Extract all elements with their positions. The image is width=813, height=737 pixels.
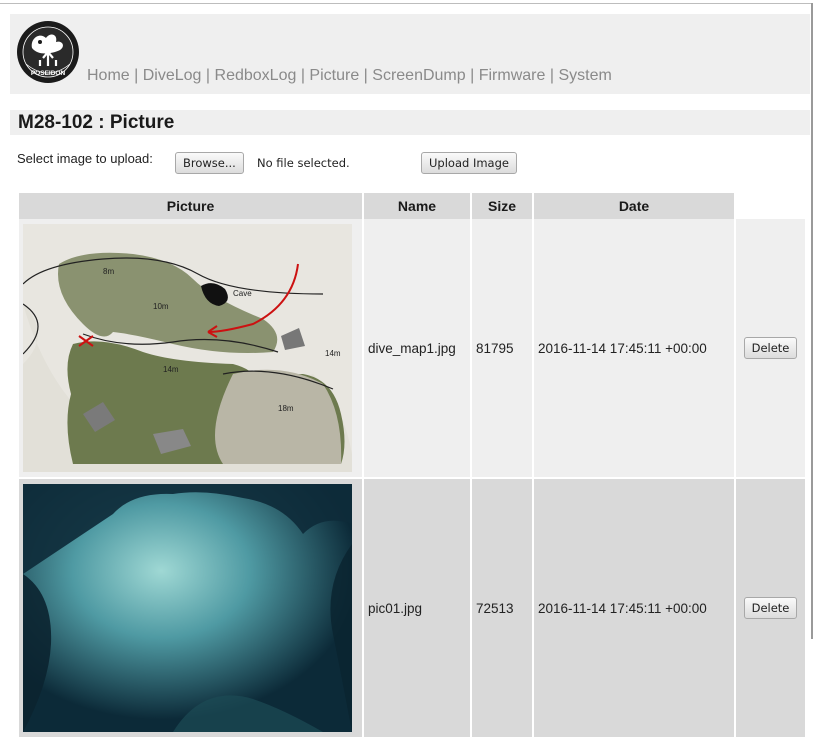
map-label: 14m bbox=[163, 365, 179, 374]
nav-divelog[interactable]: DiveLog bbox=[143, 67, 202, 84]
page-title: M28-102 : Picture bbox=[18, 112, 175, 133]
nav-home[interactable]: Home bbox=[87, 67, 130, 84]
delete-button[interactable]: Delete bbox=[743, 337, 798, 359]
nav-separator: | bbox=[134, 67, 139, 84]
upload-label: Select image to upload: bbox=[17, 151, 153, 166]
file-status: No file selected. bbox=[257, 156, 350, 170]
nav-separator: | bbox=[205, 67, 211, 84]
col-header-action bbox=[736, 193, 805, 219]
table-row: pic01.jpg 72513 2016-11-14 17:45:11 +00:… bbox=[19, 479, 805, 737]
col-header-size: Size bbox=[472, 193, 532, 219]
logo-text: POSEIDON bbox=[31, 70, 66, 77]
file-date: 2016-11-14 17:45:11 +00:00 bbox=[534, 219, 734, 477]
nav-separator: | bbox=[363, 67, 368, 84]
col-header-date: Date bbox=[534, 193, 734, 219]
main-nav: Home | DiveLog | RedboxLog | Picture | S… bbox=[87, 67, 612, 85]
browse-button[interactable]: Browse... bbox=[175, 152, 244, 174]
table-row: 8m 10m Cave 14m 14m 18m dive_map1.jpg 81… bbox=[19, 219, 805, 477]
file-date: 2016-11-14 17:45:11 +00:00 bbox=[534, 479, 734, 737]
dive-map-image: 8m 10m Cave 14m 14m 18m bbox=[23, 224, 352, 472]
top-border bbox=[0, 0, 813, 4]
underwater-photo bbox=[23, 484, 352, 732]
nav-picture[interactable]: Picture bbox=[309, 67, 359, 84]
picture-cell bbox=[19, 479, 362, 737]
file-name: dive_map1.jpg bbox=[364, 219, 470, 477]
map-label: 18m bbox=[278, 404, 294, 413]
nav-firmware[interactable]: Firmware bbox=[479, 67, 546, 84]
poseidon-logo: POSEIDON bbox=[17, 21, 79, 83]
col-header-picture: Picture bbox=[19, 193, 362, 219]
nav-separator: | bbox=[549, 67, 554, 84]
underwater-photo-thumbnail[interactable] bbox=[23, 484, 352, 732]
map-label: 8m bbox=[103, 267, 114, 276]
picture-table: Picture Name Size Date 8m 10m Cave 14m 1… bbox=[17, 193, 807, 737]
nav-separator: | bbox=[300, 67, 305, 84]
nav-separator: | bbox=[470, 67, 475, 84]
dive-map-thumbnail[interactable]: 8m 10m Cave 14m 14m 18m bbox=[23, 224, 352, 472]
delete-button[interactable]: Delete bbox=[743, 597, 798, 619]
file-size: 81795 bbox=[472, 219, 532, 477]
map-label: 14m bbox=[325, 349, 341, 358]
header-bar: POSEIDON Home | DiveLog | RedboxLog | Pi… bbox=[10, 14, 810, 94]
nav-screendump[interactable]: ScreenDump bbox=[372, 67, 465, 84]
file-size: 72513 bbox=[472, 479, 532, 737]
map-label: Cave bbox=[233, 289, 252, 298]
col-header-name: Name bbox=[364, 193, 470, 219]
nav-redboxlog[interactable]: RedboxLog bbox=[215, 67, 297, 84]
map-label: 10m bbox=[153, 302, 169, 311]
title-bar: M28-102 : Picture bbox=[10, 110, 810, 135]
upload-image-button[interactable]: Upload Image bbox=[421, 152, 517, 174]
action-cell: Delete bbox=[736, 219, 805, 477]
nav-system[interactable]: System bbox=[558, 67, 611, 84]
file-name: pic01.jpg bbox=[364, 479, 470, 737]
picture-cell: 8m 10m Cave 14m 14m 18m bbox=[19, 219, 362, 477]
action-cell: Delete bbox=[736, 479, 805, 737]
